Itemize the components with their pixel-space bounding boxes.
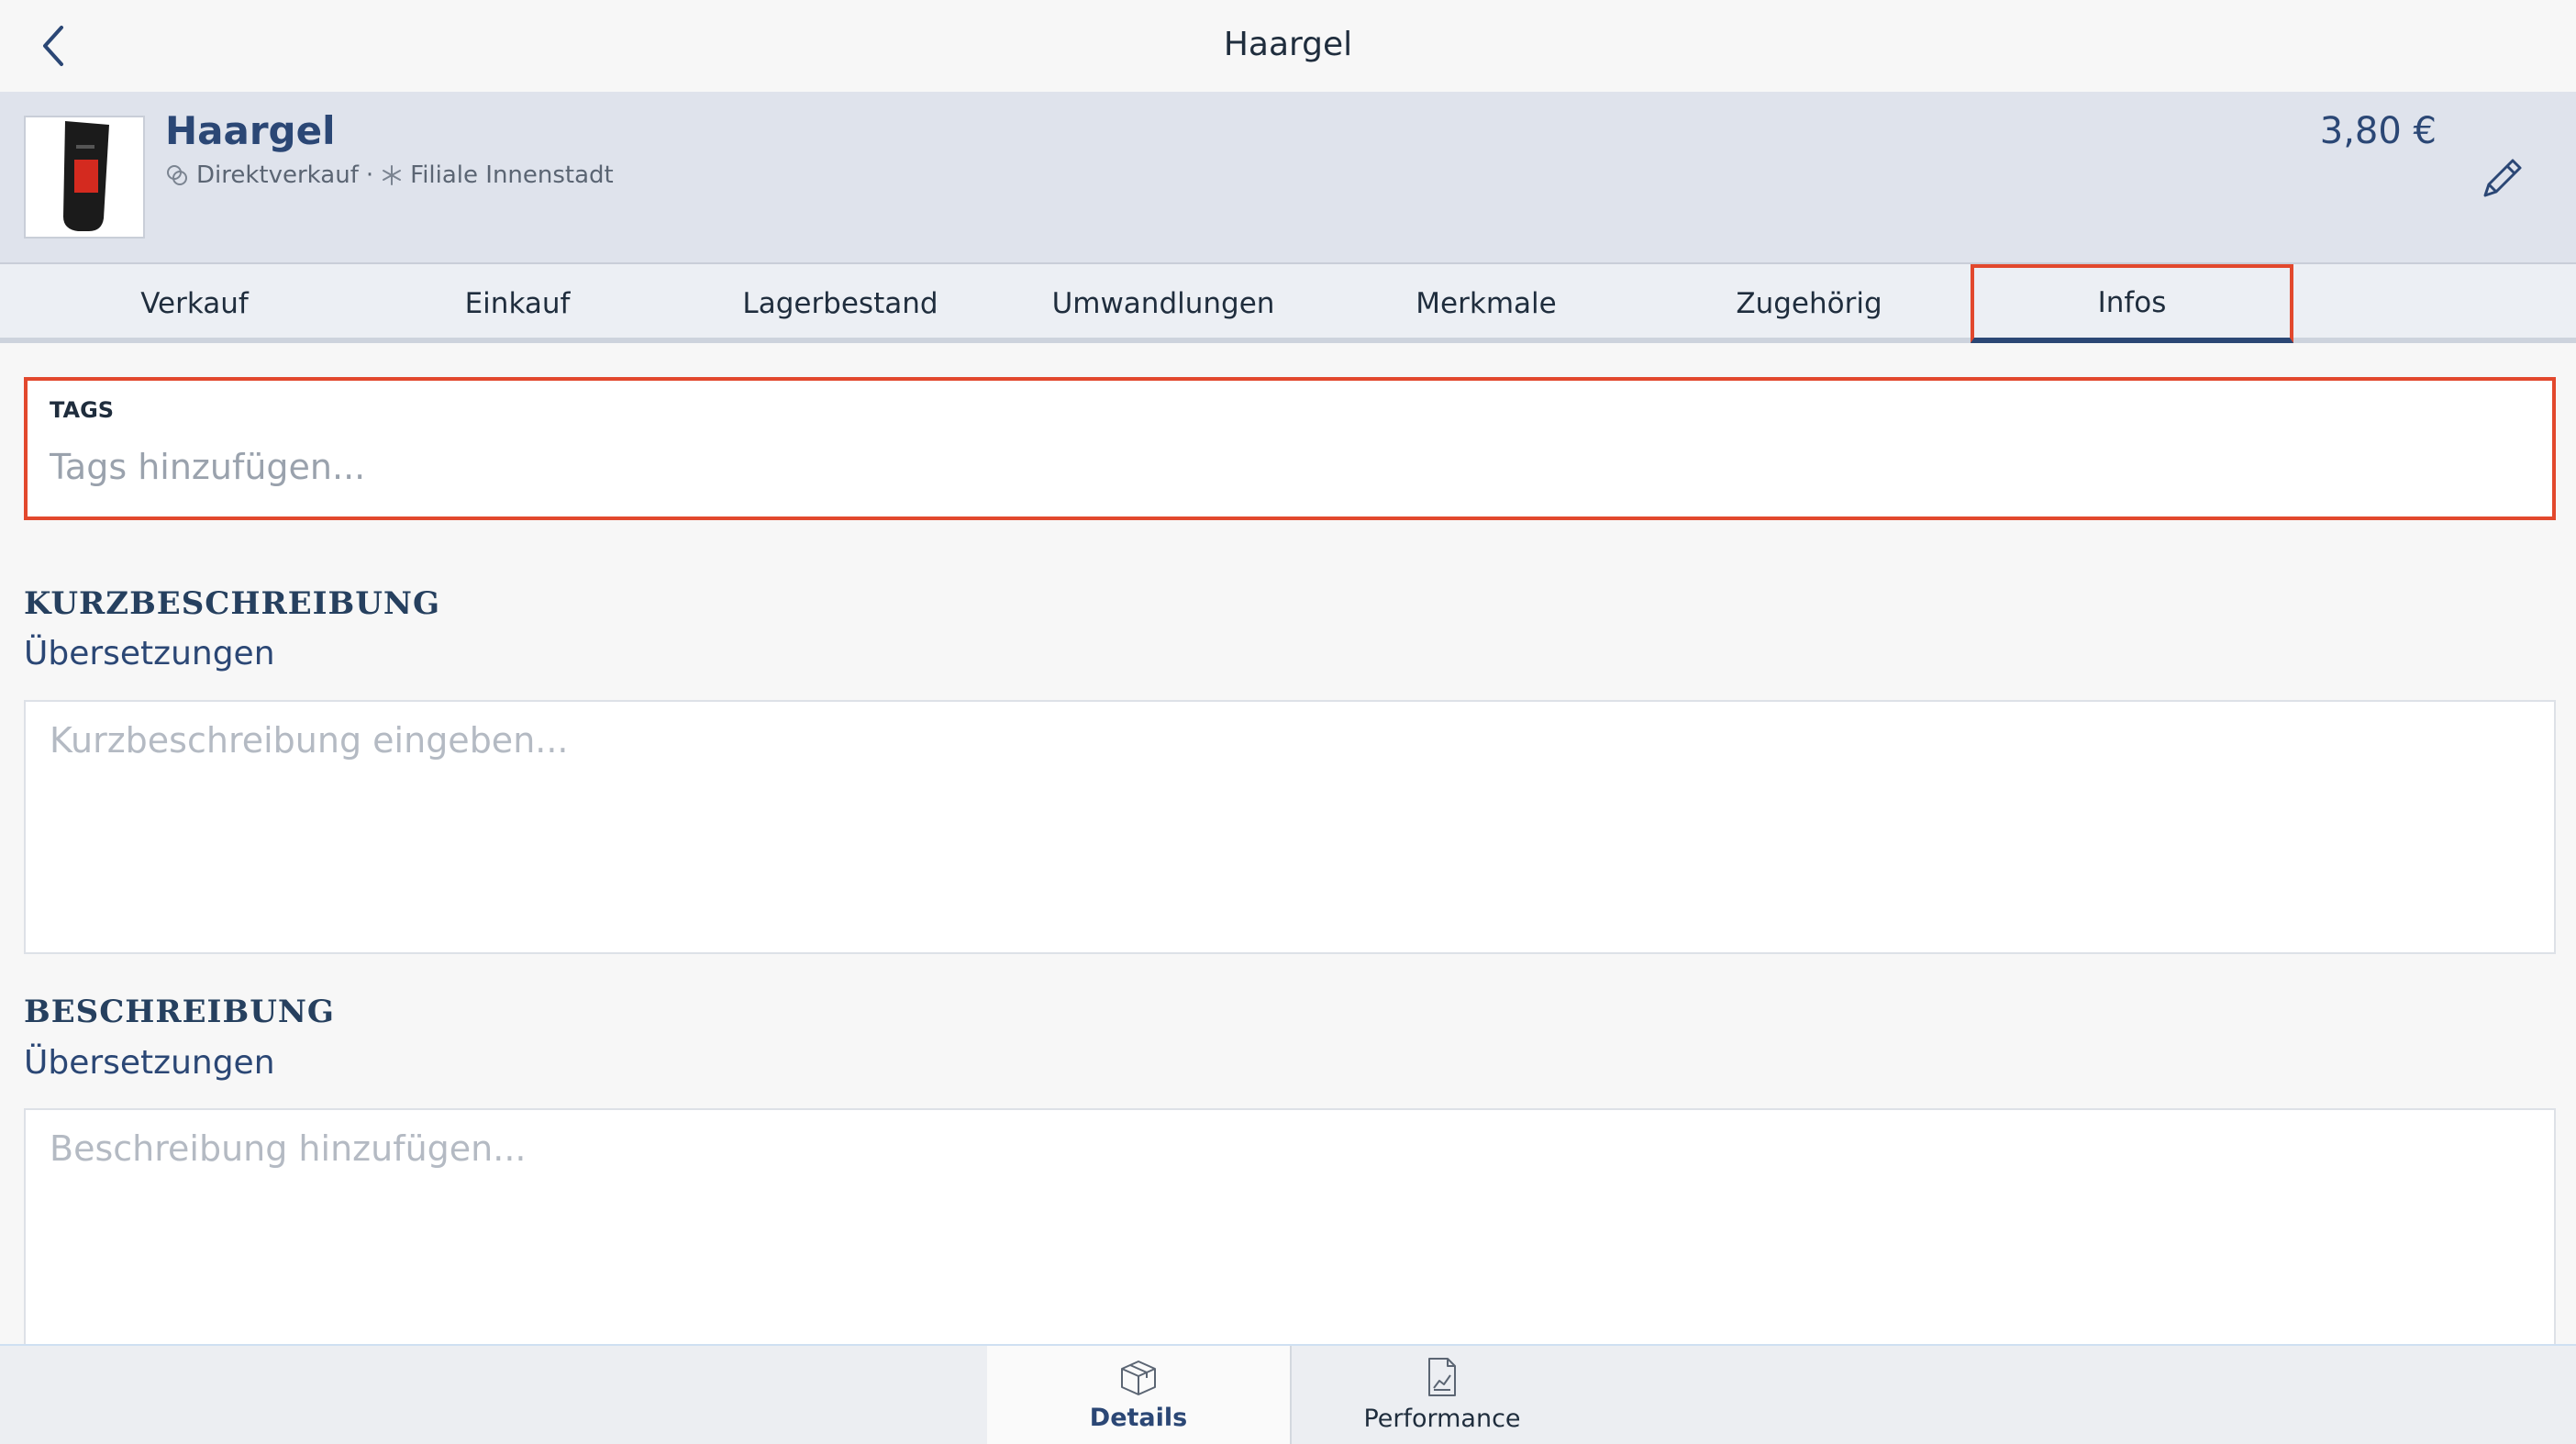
description-translations-link[interactable]: Übersetzungen	[24, 1044, 275, 1082]
product-location: Filiale Innenstadt	[410, 161, 614, 189]
product-meta: Direktverkauf · Filiale Innenstadt	[165, 161, 614, 189]
page-title: Haargel	[1223, 26, 1353, 63]
pencil-icon	[2483, 159, 2522, 197]
tags-label: TAGS	[50, 397, 115, 423]
box-icon	[1121, 1361, 1156, 1395]
bottom-tab-details[interactable]: Details	[987, 1346, 1290, 1444]
hair-gel-tube-image	[63, 121, 109, 231]
bottom-tab-details-label: Details	[1089, 1404, 1188, 1432]
product-name: Haargel	[165, 108, 336, 153]
tab-merkmale[interactable]: Merkmale	[1325, 264, 1648, 343]
top-navbar: Haargel	[0, 0, 2576, 92]
section-tabs: Verkauf Einkauf Lagerbestand Umwandlunge…	[0, 264, 2576, 343]
description-field[interactable]	[24, 1108, 2556, 1347]
tab-umwandlungen[interactable]: Umwandlungen	[1002, 264, 1325, 343]
short-description-field[interactable]	[24, 700, 2556, 954]
bottom-tab-performance-label: Performance	[1363, 1405, 1521, 1433]
product-price: 3,80 €	[2319, 110, 2437, 152]
chart-document-icon	[1428, 1358, 1456, 1396]
tags-input[interactable]	[50, 441, 2526, 493]
coins-icon	[167, 165, 187, 185]
short-description-title: KURZBESCHREIBUNG	[24, 585, 441, 622]
short-description-input[interactable]	[26, 702, 2554, 952]
description-input[interactable]	[26, 1110, 2554, 1345]
bottom-tab-performance[interactable]: Performance	[1290, 1346, 1593, 1444]
meta-separator: ·	[365, 161, 374, 189]
tab-verkauf[interactable]: Verkauf	[33, 264, 356, 343]
tab-lagerbestand[interactable]: Lagerbestand	[679, 264, 1002, 343]
tab-zugehoerig[interactable]: Zugehörig	[1648, 264, 1971, 343]
product-type: Direktverkauf	[196, 161, 359, 189]
product-image	[24, 116, 145, 239]
infos-content: TAGS KURZBESCHREIBUNG Übersetzungen BESC…	[0, 349, 2576, 1347]
tags-field[interactable]: TAGS	[24, 377, 2556, 520]
bottom-tab-bar: Details Performance	[0, 1344, 2576, 1444]
product-header: Haargel Direktverkauf · Filiale Innensta…	[0, 92, 2576, 264]
app-root: Haargel Haargel Direktverkauf · Filiale …	[0, 0, 2576, 1444]
tab-einkauf[interactable]: Einkauf	[356, 264, 679, 343]
tab-infos[interactable]: Infos	[1971, 264, 2293, 343]
edit-button[interactable]	[2470, 147, 2534, 211]
description-title: BESCHREIBUNG	[24, 994, 335, 1030]
snowflake-icon	[383, 165, 402, 185]
short-description-translations-link[interactable]: Übersetzungen	[24, 635, 275, 672]
